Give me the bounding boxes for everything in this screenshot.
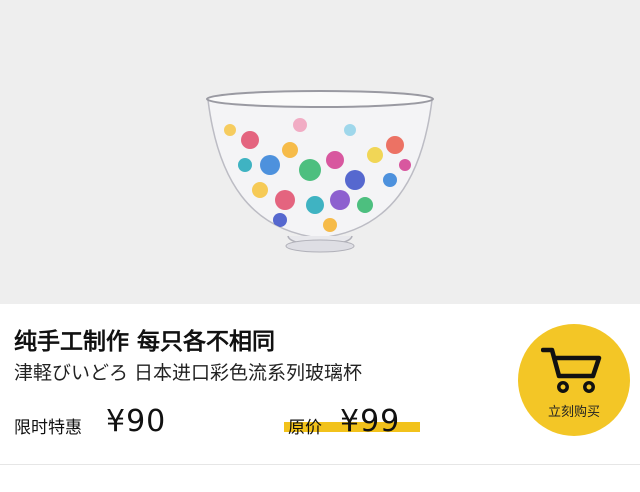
buy-now-button[interactable]: 立刻购买 <box>518 324 630 436</box>
product-subtitle: 津軽びいどろ 日本进口彩色流系列玻璃杯 <box>14 362 363 384</box>
product-info: 纯手工制作 每只各不相同 津軽びいどろ 日本进口彩色流系列玻璃杯 限时特惠 ¥9… <box>0 304 640 492</box>
buy-now-label: 立刻购买 <box>547 405 600 420</box>
product-image-area <box>0 0 640 304</box>
original-price: ¥99 <box>340 404 401 439</box>
product-title: 纯手工制作 每只各不相同 <box>14 329 276 355</box>
product-card: 纯手工制作 每只各不相同 津軽びいどろ 日本进口彩色流系列玻璃杯 限时特惠 ¥9… <box>0 0 640 492</box>
original-price-label: 原价 <box>288 418 322 438</box>
original-price-group: 原价 ¥99 <box>284 404 438 444</box>
sale-price: ¥90 <box>106 404 167 439</box>
bottom-divider <box>0 464 640 465</box>
cart-icon <box>541 347 602 393</box>
glass-bowl-image <box>206 90 434 253</box>
sale-label: 限时特惠 <box>14 418 82 438</box>
